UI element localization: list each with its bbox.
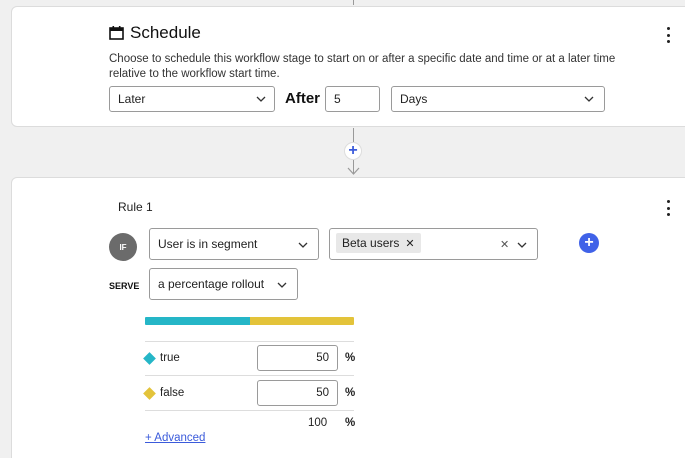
chip-remove-icon[interactable]: ✕ (405, 237, 414, 250)
rule-label: Rule 1 (118, 200, 153, 214)
variation-false-label: false (160, 387, 185, 399)
schedule-more-options-icon[interactable] (663, 27, 673, 43)
schedule-timing-select[interactable]: Later (109, 86, 275, 112)
schedule-description: Choose to schedule this workflow stage t… (109, 53, 616, 80)
divider (145, 341, 354, 342)
variation-true-label: true (160, 352, 180, 364)
add-clause-button[interactable]: + (579, 233, 599, 253)
rule-card: Rule 1 IF User is in segment Beta users … (11, 177, 685, 458)
schedule-card: Schedule Choose to schedule this workflo… (11, 6, 685, 127)
serve-select[interactable]: a percentage rollout (149, 268, 298, 300)
plus-icon: + (584, 234, 594, 251)
variation-true-percent-value: 50 (316, 352, 329, 364)
condition-value: User is in segment (158, 237, 258, 251)
percent-sign: % (345, 417, 356, 429)
rollout-bar-false-segment (249, 317, 354, 325)
variation-false-percent-input[interactable]: 50 (257, 380, 338, 406)
diamond-icon (143, 386, 156, 400)
chevron-down-icon (584, 96, 594, 102)
segment-multiselect[interactable]: Beta users ✕ ✕ (329, 228, 538, 260)
chevron-down-icon (277, 282, 287, 288)
schedule-amount-value: 5 (334, 92, 341, 106)
after-label: After (285, 90, 321, 107)
segment-chip: Beta users ✕ (336, 233, 421, 253)
rule-more-options-icon[interactable] (663, 200, 673, 216)
variation-row-true: true (143, 351, 180, 365)
calendar-icon (109, 26, 124, 40)
variation-row-false: false (143, 386, 185, 400)
variation-true-percent-input[interactable]: 50 (257, 345, 338, 371)
add-stage-icon: + (348, 142, 358, 159)
schedule-unit-select[interactable]: Days (391, 86, 605, 112)
schedule-timing-value: Later (118, 92, 146, 106)
add-stage-button[interactable]: + (344, 142, 362, 160)
clear-icon[interactable]: ✕ (500, 238, 509, 251)
chevron-down-icon (256, 96, 266, 102)
percent-sign: % (345, 352, 356, 364)
chevron-down-icon (298, 242, 308, 248)
schedule-title: Schedule (130, 23, 201, 42)
rollout-bar-true-segment (145, 317, 250, 325)
if-badge: IF (109, 233, 137, 261)
condition-select[interactable]: User is in segment (149, 228, 319, 260)
chevron-down-icon (517, 242, 527, 248)
advanced-link[interactable]: + Advanced (145, 432, 205, 444)
rollout-bar (145, 317, 354, 325)
segment-chip-label: Beta users (342, 236, 400, 250)
connector-line-top (353, 0, 354, 5)
schedule-amount-input[interactable]: 5 (325, 86, 380, 112)
schedule-unit-value: Days (400, 92, 428, 106)
serve-label: SERVE (109, 281, 140, 291)
connector-line (353, 128, 354, 142)
percent-sign: % (345, 387, 356, 399)
arrow-down-icon (347, 167, 360, 175)
divider (145, 375, 354, 376)
variation-false-percent-value: 50 (316, 387, 329, 399)
total-percent: 100 (308, 417, 328, 429)
serve-value: a percentage rollout (158, 277, 265, 291)
diamond-icon (143, 351, 156, 365)
divider (145, 410, 354, 411)
schedule-title-row: Schedule (109, 23, 201, 43)
